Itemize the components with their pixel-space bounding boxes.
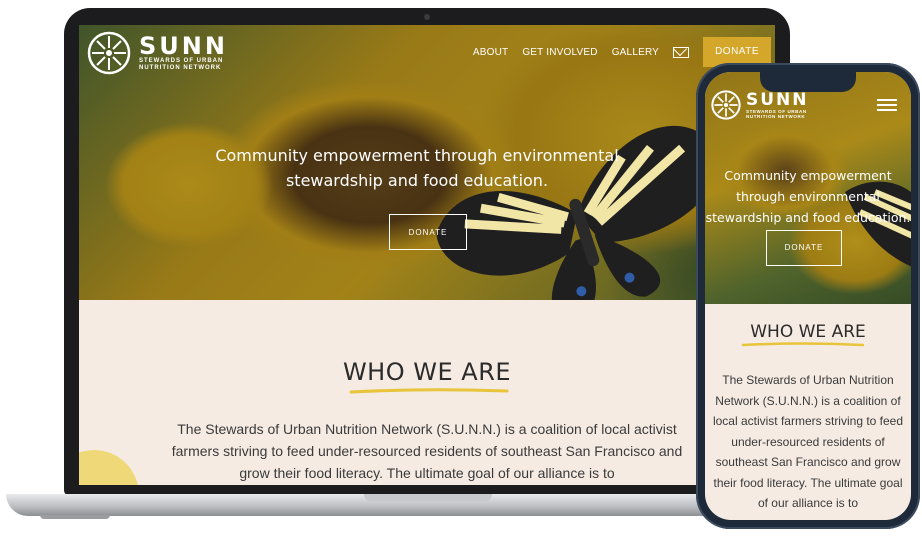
mobile-website: SUNN STEWARDS OF URBAN NUTRITION NETWORK…	[705, 72, 911, 520]
site-logo[interactable]: SUNN STEWARDS OF URBAN NUTRITION NETWORK	[87, 31, 228, 75]
laptop-opening-notch	[364, 494, 492, 502]
laptop-camera	[424, 14, 430, 20]
nav-gallery[interactable]: GALLERY	[612, 47, 659, 58]
lemon-slice-logo-icon	[711, 90, 741, 120]
brand-subtitle-1: STEWARDS OF URBAN	[139, 58, 224, 64]
title-underline	[741, 342, 865, 347]
title-underline	[349, 388, 509, 394]
decorative-circle	[79, 450, 139, 485]
mobile-section-title: WHO WE ARE	[750, 322, 866, 342]
mobile-hero-donate-button[interactable]: DONATE	[766, 230, 842, 266]
desktop-website: SUNN STEWARDS OF URBAN NUTRITION NETWORK…	[79, 25, 775, 485]
brand-subtitle-1: STEWARDS OF URBAN	[746, 108, 807, 114]
nav-about[interactable]: ABOUT	[473, 47, 508, 58]
brand-name: SUNN	[746, 89, 809, 110]
mobile-site-logo[interactable]: SUNN STEWARDS OF URBAN NUTRITION NETWORK	[711, 90, 809, 120]
brand-name: SUNN	[139, 32, 228, 60]
section-body: The Stewards of Urban Nutrition Network …	[171, 421, 683, 481]
section-title: WHO WE ARE	[342, 358, 512, 386]
hamburger-menu-icon[interactable]	[877, 99, 897, 111]
mail-icon[interactable]	[673, 46, 690, 58]
brand-subtitle-2: NUTRITION NETWORK	[139, 65, 222, 71]
lemon-slice-logo-icon	[87, 31, 131, 75]
nav-get-involved[interactable]: GET INVOLVED	[522, 47, 597, 58]
hero-tagline: Community empowerment through environmen…	[215, 146, 619, 190]
mobile-hero-tagline: Community empowerment through environmen…	[705, 168, 911, 225]
brand-subtitle-2: NUTRITION NETWORK	[746, 113, 806, 119]
top-navigation: SUNN STEWARDS OF URBAN NUTRITION NETWORK…	[79, 25, 775, 83]
phone-notch	[760, 70, 856, 92]
hero-donate-button[interactable]: DONATE	[389, 214, 467, 250]
mobile-section-body: The Stewards of Urban Nutrition Network …	[712, 373, 904, 510]
who-we-are-section: WHO WE ARE The Stewards of Urban Nutriti…	[79, 300, 775, 485]
